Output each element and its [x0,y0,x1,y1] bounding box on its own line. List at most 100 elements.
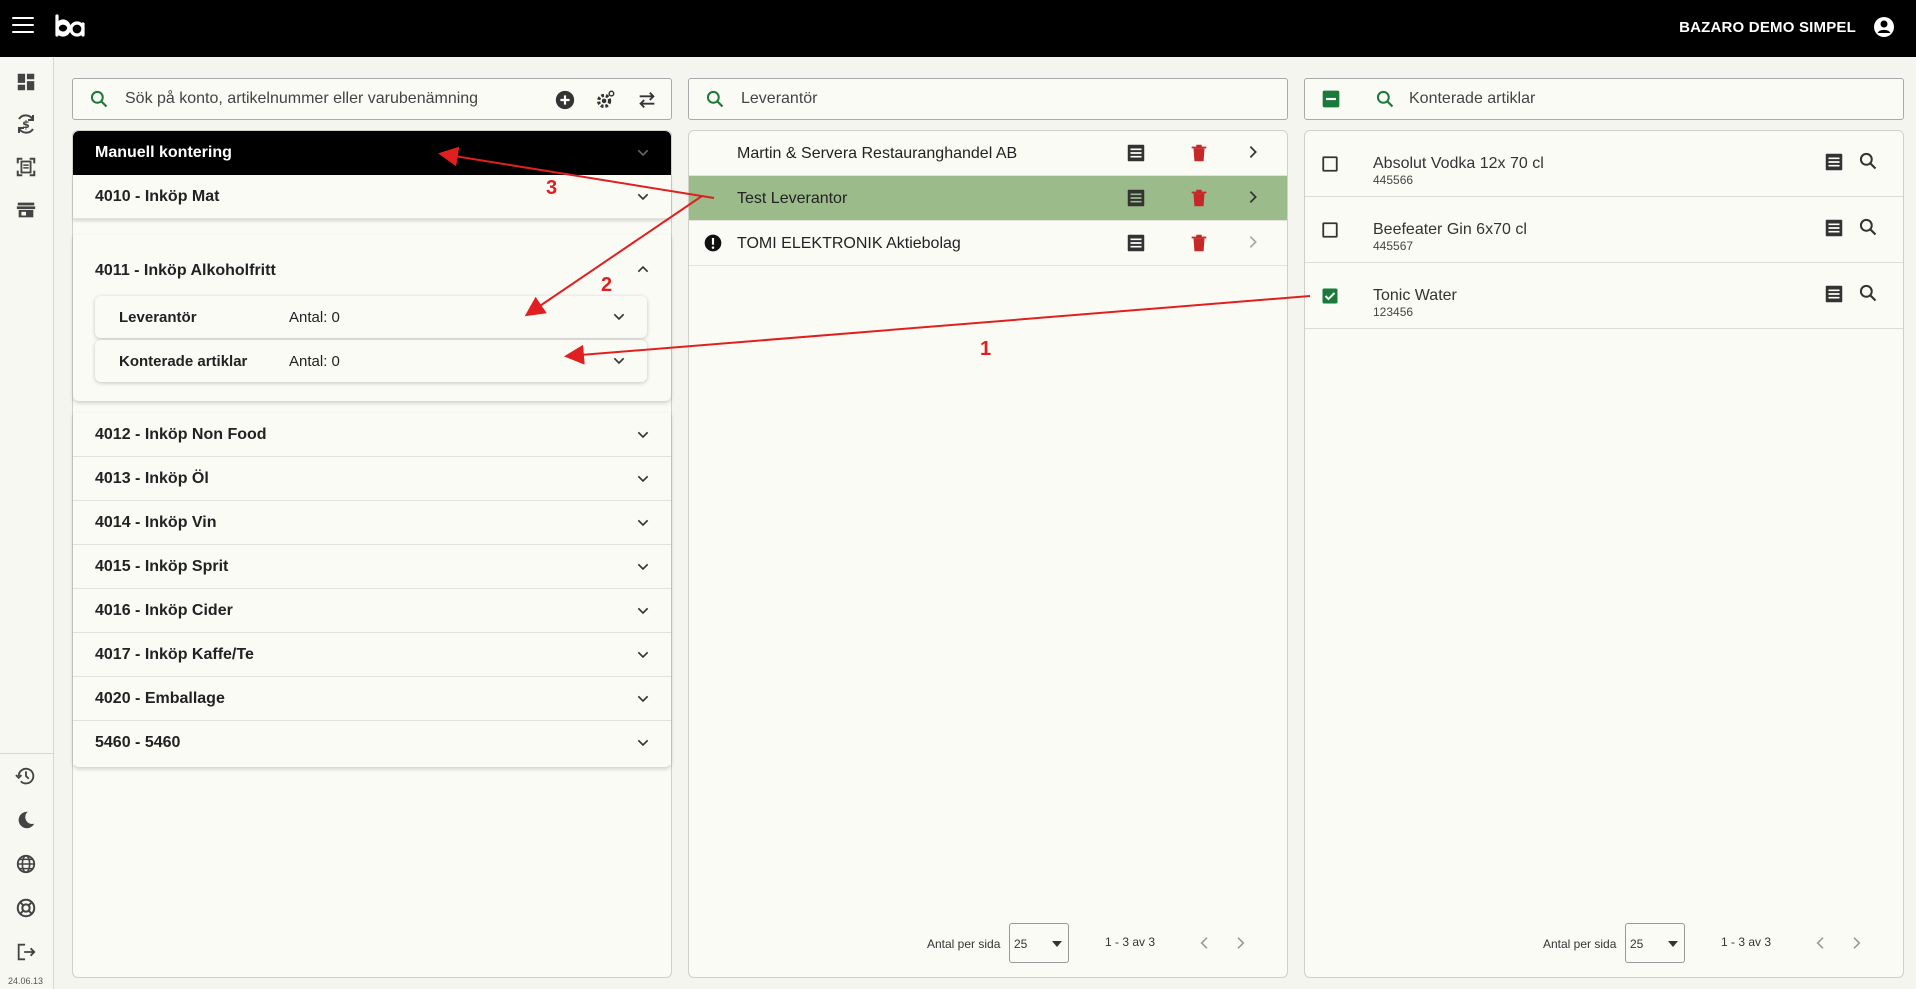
account-expanded-4011: 4011 - Inköp Alkoholfritt Leverantör Ant… [73,235,671,401]
ba-logo[interactable] [54,13,86,46]
chevron-down-icon[interactable] [635,471,651,492]
next-page-icon[interactable] [1848,935,1864,954]
nav-divider [0,753,54,754]
account-label: 4014 - Inköp Vin [95,514,217,531]
per-page-select[interactable]: 25 [1625,923,1685,963]
account-row[interactable]: 4016 - Inköp Cider [73,589,671,633]
support-lifebuoy-icon[interactable] [13,895,39,921]
supplier-name: TOMI ELEKTRONIK Aktiebolag [737,235,961,252]
chevron-right-icon[interactable] [1245,189,1261,210]
add-circle-icon[interactable] [554,89,576,116]
subsection-posted-articles[interactable]: Konterade artiklar Antal: 0 [95,340,647,382]
supplier-search-bar[interactable]: Leverantör [688,78,1288,120]
chevron-down-icon[interactable] [635,603,651,624]
chevron-up-icon[interactable] [635,261,651,282]
menu-icon[interactable] [12,17,34,35]
supplier-row[interactable]: TOMI ELEKTRONIK Aktiebolag [689,221,1287,266]
document-list-icon[interactable] [1823,151,1845,178]
search-icon [705,89,725,114]
article-row[interactable]: Absolut Vodka 12x 70 cl 445566 [1305,131,1903,197]
subsection-supplier[interactable]: Leverantör Antal: 0 [95,296,647,338]
page-range: 1 - 3 av 3 [1105,935,1156,949]
document-list-icon[interactable] [1125,142,1147,169]
logout-icon[interactable] [13,939,39,965]
document-list-icon[interactable] [1823,217,1845,244]
chevron-right-icon[interactable] [1245,144,1261,165]
document-list-icon[interactable] [1823,283,1845,310]
per-page-select[interactable]: 25 [1009,923,1069,963]
chevron-down-icon[interactable] [635,647,651,668]
article-number: 123456 [1373,305,1414,319]
history-icon[interactable] [13,763,39,789]
account-search-input[interactable]: Sök på konto, artikelnummer eller varube… [125,90,478,108]
account-search-bar[interactable]: Sök på konto, artikelnummer eller varube… [72,78,672,120]
chevron-down-icon[interactable] [635,427,651,448]
supplier-name: Martin & Servera Restauranghandel AB [737,145,1018,162]
search-icon[interactable] [1858,283,1878,308]
account-row[interactable]: 4012 - Inköp Non Food [73,413,671,457]
manual-posting-header[interactable]: Manuell kontering [73,131,671,175]
chevron-down-icon[interactable] [635,515,651,536]
chevron-down-icon[interactable] [635,691,651,712]
articles-search-bar[interactable]: Konterade artiklar [1304,78,1904,120]
supplier-pagination: Antal per sida 25 1 - 3 av 3 [689,923,1289,963]
checkbox-checked[interactable] [1321,287,1339,310]
currency-sync-icon[interactable]: $ [13,111,39,137]
storefront-icon[interactable] [13,197,39,223]
settings-gear-icon[interactable] [594,89,616,116]
per-page-value: 25 [1630,937,1644,951]
dark-mode-icon[interactable] [13,807,39,833]
top-app-bar: BAZARO DEMO SIMPEL [0,0,1916,57]
annotation-label-3: 3 [546,177,558,199]
delete-icon[interactable] [1188,142,1210,169]
language-globe-icon[interactable] [13,851,39,877]
suppliers-panel: Martin & Servera Restauranghandel AB Tes… [688,130,1288,978]
chevron-down-icon[interactable] [635,559,651,580]
dashboard-icon[interactable] [13,69,39,95]
per-page-value: 25 [1014,937,1028,951]
scan-document-icon[interactable] [13,154,39,180]
delete-icon[interactable] [1188,232,1210,259]
supplier-search-input[interactable]: Leverantör [741,90,818,108]
account-row[interactable]: 4014 - Inköp Vin [73,501,671,545]
account-row[interactable]: 5460 - 5460 [73,721,671,765]
account-label: 4012 - Inköp Non Food [95,426,267,443]
indeterminate-checkbox-icon[interactable] [1321,89,1341,114]
article-number: 445567 [1373,239,1414,253]
search-icon[interactable] [1858,151,1878,176]
account-row[interactable]: 4020 - Emballage [73,677,671,721]
supplier-row-selected[interactable]: Test Leverantor [689,176,1287,221]
document-list-icon[interactable] [1125,232,1147,259]
document-list-icon[interactable] [1125,187,1147,214]
account-label: 4010 - Inköp Mat [95,188,220,205]
article-row[interactable]: Tonic Water 123456 [1305,263,1903,329]
chevron-down-icon[interactable] [635,735,651,756]
account-row-4010[interactable]: 4010 - Inköp Mat [73,175,671,219]
articles-search-input[interactable]: Konterade artiklar [1409,90,1535,108]
account-row[interactable]: 4013 - Inköp Öl [73,457,671,501]
swap-arrows-icon[interactable] [636,89,658,116]
prev-page-icon[interactable] [1197,935,1213,954]
chevron-down-icon[interactable] [611,309,627,329]
chevron-down-icon[interactable] [635,145,651,166]
chevron-down-icon[interactable] [611,353,627,373]
chevron-down-icon[interactable] [635,189,651,210]
article-row[interactable]: Beefeater Gin 6x70 cl 445567 [1305,197,1903,263]
search-icon[interactable] [1858,217,1878,242]
account-label: 4017 - Inköp Kaffe/Te [95,646,254,663]
prev-page-icon[interactable] [1813,935,1829,954]
subsection-count: Antal: 0 [289,353,340,370]
next-page-icon[interactable] [1232,935,1248,954]
svg-text:$: $ [22,118,30,131]
account-row[interactable]: 4015 - Inköp Sprit [73,545,671,589]
supplier-row[interactable]: Martin & Servera Restauranghandel AB [689,131,1287,176]
supplier-name: Test Leverantor [737,190,848,207]
account-circle-icon[interactable] [1872,15,1896,44]
account-label: 5460 - 5460 [95,734,181,751]
checkbox-unchecked[interactable] [1321,155,1339,178]
account-row[interactable]: 4017 - Inköp Kaffe/Te [73,633,671,677]
article-name: Absolut Vodka 12x 70 cl [1373,155,1544,172]
account-label[interactable]: 4011 - Inköp Alkoholfritt [95,262,276,280]
delete-icon[interactable] [1188,187,1210,214]
checkbox-unchecked[interactable] [1321,221,1339,244]
